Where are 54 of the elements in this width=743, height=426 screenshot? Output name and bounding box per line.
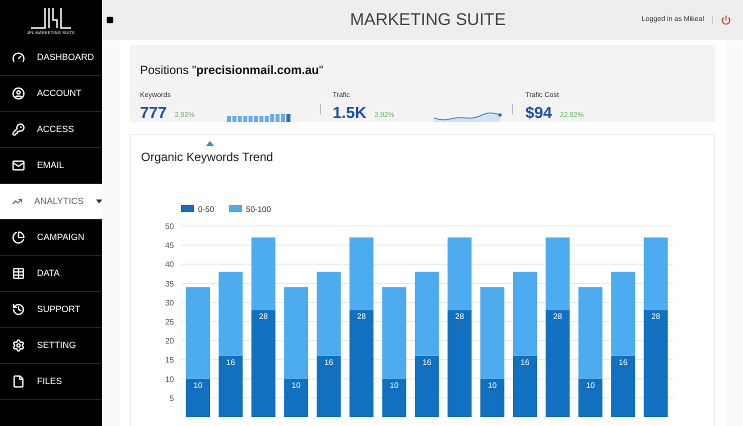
bar (414, 355, 439, 416)
bar-value-label: 16 (226, 357, 236, 366)
logo-icon (29, 6, 73, 30)
key-icon (12, 123, 25, 136)
sparkline-chart (434, 112, 502, 122)
app-title: MARKETING SUITE (350, 9, 506, 32)
bar (513, 355, 537, 416)
legend-swatch (181, 204, 194, 212)
stat-value: 1.5K (332, 106, 366, 122)
bar-value-label: 10 (292, 380, 301, 390)
mini-bar-chart (226, 114, 291, 122)
axis-label: 15 (165, 355, 174, 364)
power-icon[interactable] (721, 15, 731, 25)
user-icon (12, 87, 25, 100)
axis-label: 20 (165, 336, 174, 346)
bar-value-label: 28 (357, 312, 366, 321)
stat-value: 777 (140, 106, 167, 122)
bar-value-label: 16 (618, 357, 628, 366)
trend-title: Organic Keywords Trend (140, 148, 274, 166)
bar-value-label: 28 (651, 312, 660, 321)
bar-value-label: 28 (455, 312, 464, 321)
bar-value-label: 10 (586, 380, 595, 390)
bar-value-label: 16 (520, 357, 530, 366)
bar-value-label: 16 (324, 357, 334, 366)
axis-label: 45 (165, 240, 174, 250)
axis-label: 5 (170, 393, 174, 402)
bar-value-label: 10 (488, 380, 497, 390)
bar (316, 355, 341, 416)
table-icon (12, 267, 25, 280)
axis-label: 25 (165, 317, 174, 326)
axis-label: 40 (165, 260, 174, 269)
history-icon (12, 303, 25, 316)
bar-value-label: 28 (258, 312, 268, 321)
positions-title: Positions "precisionmail.com.au" (140, 62, 324, 79)
bar-value-label: 16 (422, 357, 432, 366)
bar-value-label: 28 (553, 312, 562, 321)
bar-value-label: 10 (194, 380, 202, 390)
bar (611, 355, 636, 416)
axis-label: 10 (165, 374, 174, 384)
axis-label: 30 (165, 298, 174, 307)
pie-chart-icon (12, 231, 25, 244)
axis-label: 50 (165, 222, 174, 230)
bar (218, 355, 243, 416)
sidebar-item[interactable]: ANALYTICS (0, 184, 102, 220)
stat-value: $94 (525, 106, 552, 122)
gauge-icon (12, 51, 25, 64)
bar-value-label: 10 (390, 380, 399, 390)
legend-label: 50-100 (246, 204, 271, 214)
file-icon (12, 375, 25, 388)
axis-label: 35 (165, 278, 174, 288)
legend-swatch (229, 204, 242, 212)
legend-label: 0-50 (198, 204, 214, 214)
envelope-icon (12, 159, 25, 172)
settings-icon (12, 339, 25, 352)
